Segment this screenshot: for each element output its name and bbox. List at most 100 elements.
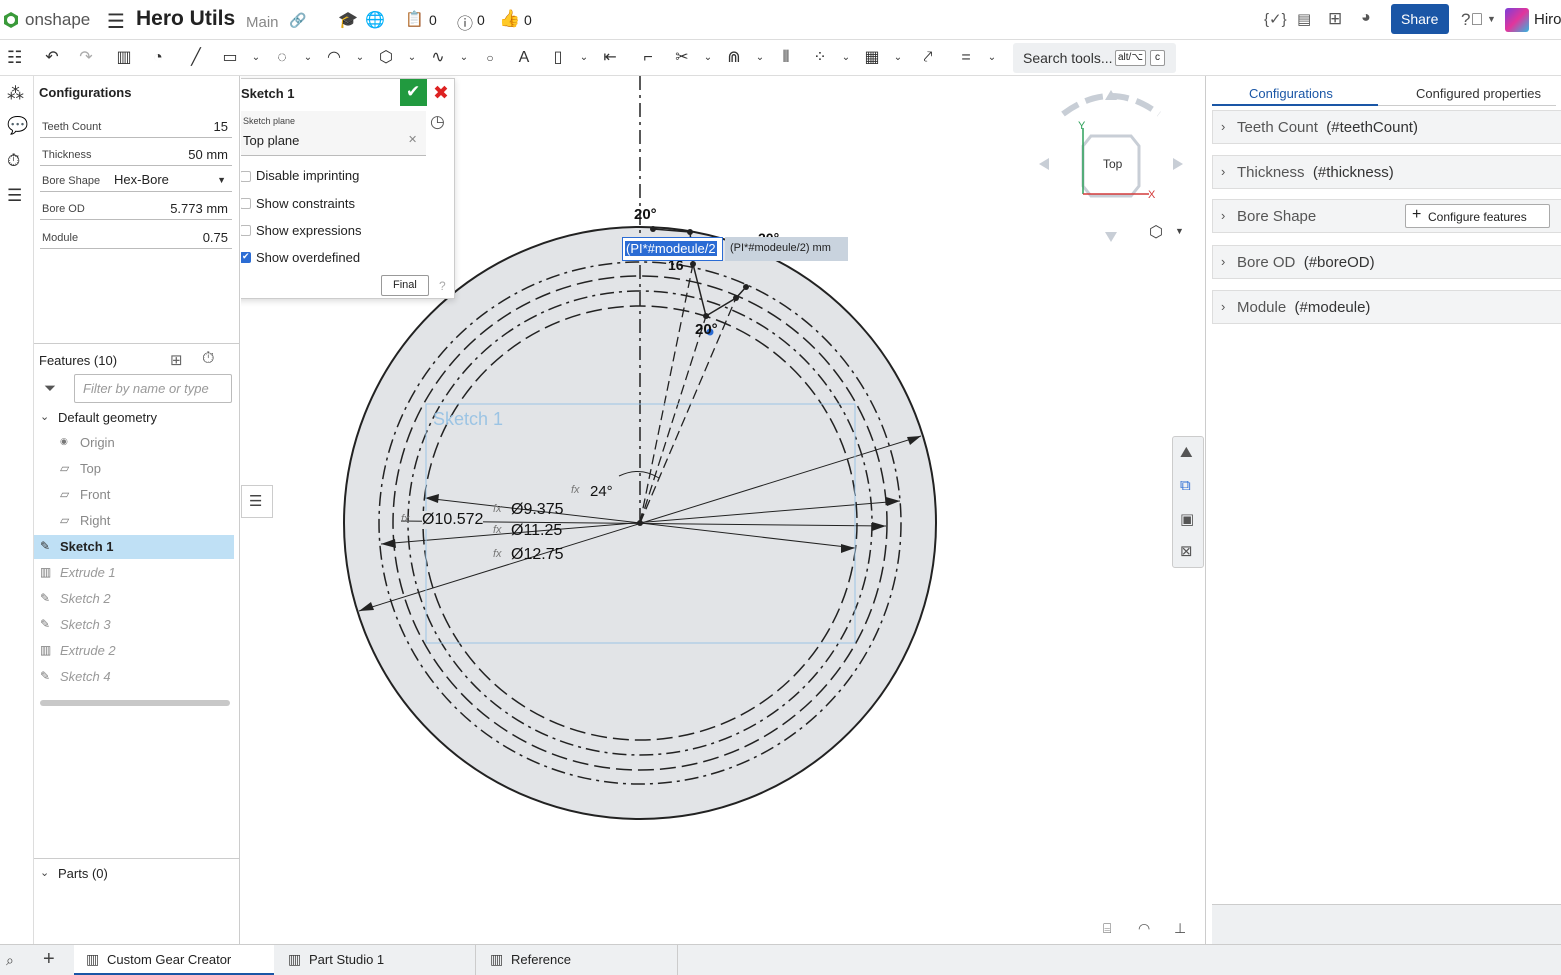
- dimension-d4[interactable]: Ø10.572: [422, 511, 484, 529]
- chevron-down-icon[interactable]: ⌄: [298, 48, 318, 68]
- mass-properties-icon[interactable]: ⊠: [1180, 542, 1193, 560]
- extrude-icon[interactable]: ▥: [114, 48, 134, 68]
- config-row-bore-shape[interactable]: › Bore Shape + Configure features: [1212, 199, 1561, 233]
- insert-dxf-icon[interactable]: ▦: [862, 48, 882, 68]
- polygon-icon[interactable]: ⬡: [376, 48, 396, 68]
- chevron-down-icon[interactable]: ⌄: [750, 48, 770, 68]
- dimension-d3[interactable]: Ø12.75: [511, 546, 563, 564]
- feature-sketch-2[interactable]: ✎ Sketch 2: [34, 587, 234, 611]
- add-feature-icon[interactable]: ⁂: [7, 84, 24, 104]
- feature-list-icon[interactable]: ☷: [7, 48, 22, 68]
- sketch-plane-field[interactable]: Sketch plane Top plane ✕: [241, 111, 426, 156]
- chevron-down-icon[interactable]: ⌄: [836, 48, 856, 68]
- use-icon[interactable]: ⤤: [918, 48, 938, 68]
- fillet-icon[interactable]: ◔: [148, 48, 168, 68]
- feature-filter-input[interactable]: Filter by name or type: [74, 374, 232, 403]
- rectangle-icon[interactable]: ▭: [220, 48, 240, 68]
- share-button[interactable]: Share: [1391, 4, 1449, 34]
- clear-icon[interactable]: ✕: [408, 133, 417, 146]
- constraint-equal-icon[interactable]: =: [956, 48, 976, 68]
- bore-shape-select[interactable]: Hex-Bore: [114, 172, 169, 187]
- chevron-down-icon[interactable]: ⌄: [246, 48, 266, 68]
- close-icon[interactable]: ✖: [433, 82, 449, 105]
- default-geometry-group[interactable]: Default geometry: [58, 410, 157, 425]
- pattern-icon[interactable]: ⁘: [810, 48, 830, 68]
- grid-icon[interactable]: ⌸: [1103, 920, 1111, 937]
- user-name[interactable]: Hiro: [1534, 11, 1561, 28]
- chevron-down-icon[interactable]: ⌄: [40, 866, 49, 879]
- help-icon[interactable]: ?: [439, 279, 446, 293]
- chevron-down-icon[interactable]: ⌄: [574, 48, 594, 68]
- dimension-edit-input[interactable]: (PI*#modeule/2: [622, 237, 723, 261]
- history-icon[interactable]: ◷: [430, 112, 445, 132]
- tab-reference[interactable]: ▥ Reference: [478, 945, 678, 975]
- feature-extrude-1[interactable]: ▥ Extrude 1: [34, 561, 234, 585]
- parts-title[interactable]: Parts (0): [58, 866, 108, 881]
- feature-sketch-1[interactable]: ✎ Sketch 1: [34, 535, 234, 559]
- dimension-d2[interactable]: Ø11.25: [511, 522, 562, 540]
- circle-icon[interactable]: ◌: [272, 48, 292, 68]
- display-states-icon[interactable]: ⧉: [1180, 477, 1191, 494]
- spline-icon[interactable]: ∿: [428, 48, 448, 68]
- section-view-icon[interactable]: ⛰: [1180, 444, 1193, 461]
- config-teeth-count[interactable]: Teeth Count 15: [40, 116, 232, 138]
- avatar[interactable]: [1505, 8, 1529, 32]
- redo-icon[interactable]: ↷: [76, 48, 96, 68]
- learning-icon[interactable]: 🎓: [338, 10, 358, 30]
- dimension-angle-mid[interactable]: 20°: [695, 321, 718, 338]
- config-row-bore-od[interactable]: › Bore OD (#boreOD): [1212, 245, 1561, 279]
- app-logo-text[interactable]: onshape: [25, 10, 90, 30]
- show-constraints-checkbox[interactable]: [241, 198, 251, 209]
- tab-custom-gear-creator[interactable]: ▥ Custom Gear Creator: [74, 945, 274, 975]
- config-row-module[interactable]: › Module (#modeule): [1212, 290, 1561, 324]
- show-expressions-checkbox[interactable]: [241, 225, 251, 236]
- disable-imprinting-checkbox[interactable]: [241, 171, 251, 182]
- feature-sketch-3[interactable]: ✎ Sketch 3: [34, 613, 234, 637]
- config-thickness[interactable]: Thickness 50 mm: [40, 144, 232, 166]
- config-row-teeth-count[interactable]: › Teeth Count (#teethCount): [1212, 110, 1561, 144]
- offset-icon[interactable]: ⋒: [724, 48, 744, 68]
- rollback-icon[interactable]: ⏱: [7, 151, 20, 171]
- rollback-timer-icon[interactable]: ⏱: [202, 350, 214, 368]
- config-value[interactable]: 0.75: [203, 230, 228, 245]
- variables-icon[interactable]: {✓}: [1264, 10, 1287, 28]
- globe-icon[interactable]: 🌐: [365, 10, 385, 30]
- trim-icon[interactable]: ✂: [672, 48, 692, 68]
- view-mode-icon[interactable]: ⬡: [1149, 222, 1163, 242]
- config-module[interactable]: Module 0.75: [40, 227, 232, 249]
- show-overdefined-checkbox[interactable]: ✔: [241, 251, 251, 263]
- config-bore-shape[interactable]: Bore Shape Hex-Bore ▼: [40, 170, 232, 192]
- chevron-down-icon[interactable]: ⌄: [402, 48, 422, 68]
- point-icon[interactable]: ○: [480, 48, 500, 68]
- ruler-icon[interactable]: ⊥: [1174, 920, 1186, 937]
- search-tabs-icon[interactable]: ⌕: [6, 952, 14, 969]
- chevron-down-icon[interactable]: ⌄: [40, 410, 49, 423]
- undo-icon[interactable]: ↶: [42, 48, 62, 68]
- feature-right-plane[interactable]: ▱ Right: [54, 509, 254, 533]
- feature-list-scrollbar[interactable]: [40, 700, 230, 706]
- tab-part-studio-1[interactable]: ▥ Part Studio 1: [276, 945, 476, 975]
- add-folder-icon[interactable]: ⊞: [170, 351, 183, 369]
- link-icon[interactable]: 🔗: [289, 12, 306, 29]
- chevron-down-icon[interactable]: ⌄: [982, 48, 1002, 68]
- config-bore-od[interactable]: Bore OD 5.773 mm: [40, 198, 232, 220]
- construction-icon[interactable]: ▯: [548, 48, 568, 68]
- feature-extrude-2[interactable]: ▥ Extrude 2: [34, 639, 234, 663]
- graphics-viewport[interactable]: Sketch 1 fx Ø9.375 fx Ø11.25 fx Ø12.75 f…: [241, 76, 1204, 944]
- config-value[interactable]: 5.773 mm: [170, 201, 228, 216]
- measure-icon[interactable]: ▣: [1180, 510, 1194, 528]
- chevron-down-icon[interactable]: ⌄: [888, 48, 908, 68]
- document-list-icon[interactable]: ▤: [1297, 10, 1311, 28]
- configurations-icon[interactable]: ☰: [7, 186, 22, 206]
- dimension-icon[interactable]: ⇤: [600, 48, 620, 68]
- search-tools-input[interactable]: Search tools... alt/⌥ c: [1013, 43, 1176, 73]
- info-icon[interactable]: ⓘ: [457, 10, 473, 34]
- document-title[interactable]: Hero Utils: [136, 7, 235, 31]
- mirror-icon[interactable]: ⫴: [776, 48, 796, 68]
- config-row-thickness[interactable]: › Thickness (#thickness): [1212, 155, 1561, 189]
- branch-name[interactable]: Main: [246, 14, 279, 31]
- feature-front-plane[interactable]: ▱ Front: [54, 483, 254, 507]
- arc-icon[interactable]: ◠: [324, 48, 344, 68]
- feature-top-plane[interactable]: ▱ Top: [54, 457, 254, 481]
- accept-button[interactable]: ✔: [400, 79, 427, 106]
